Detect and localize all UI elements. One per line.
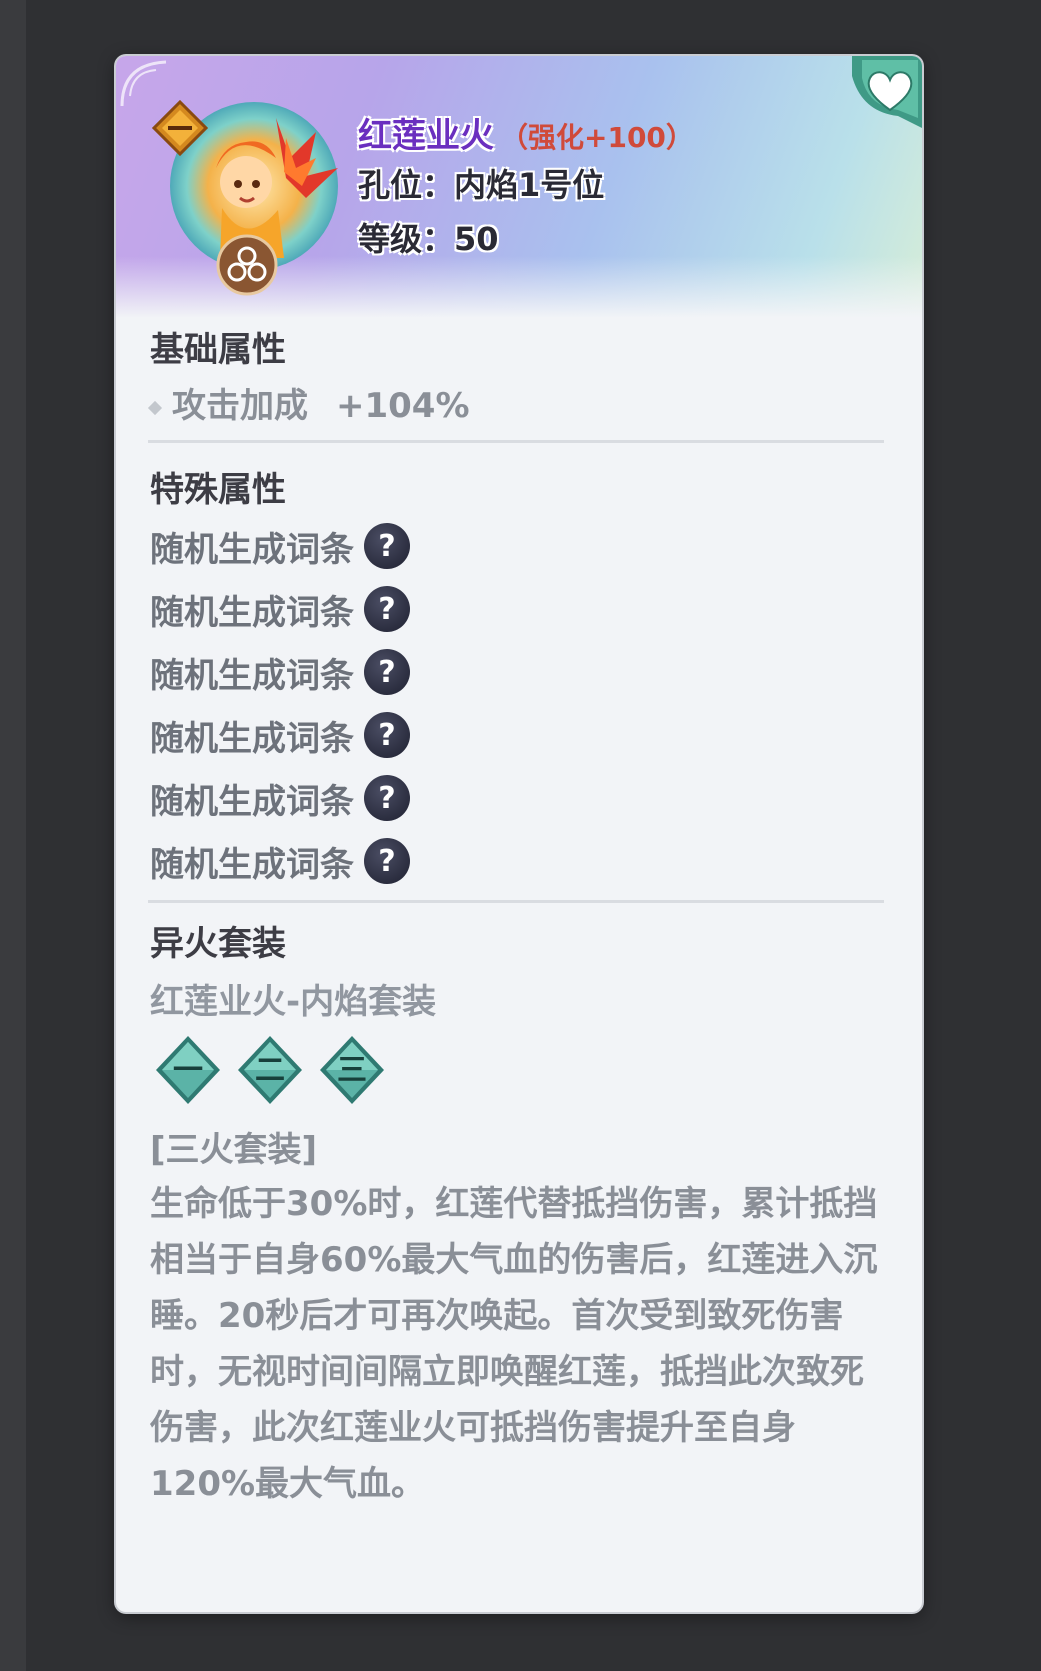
set-piece-1-icon[interactable]: 一 bbox=[154, 1034, 222, 1106]
special-attributes-section: 特殊属性 bbox=[150, 462, 286, 511]
divider bbox=[148, 440, 884, 443]
slot-info: 孔位：内焰1号位 bbox=[358, 166, 605, 204]
set-bonus-description: 生命低于30%时，红莲代替抵挡伤害，累计抵挡相当于自身60%最大气血的伤害后，红… bbox=[150, 1184, 878, 1504]
special-attributes-title: 特殊属性 bbox=[150, 470, 286, 510]
help-question-icon[interactable]: ? bbox=[364, 586, 410, 632]
enhance-level: （强化+100） bbox=[500, 121, 694, 154]
divider bbox=[148, 900, 884, 903]
random-affix-row: 随机生成词条 ? bbox=[150, 579, 410, 639]
basic-attributes-title: 基础属性 bbox=[150, 330, 286, 370]
random-affix-row: 随机生成词条 ? bbox=[150, 705, 410, 765]
level-info: 等级：50 bbox=[358, 220, 499, 258]
help-question-icon[interactable]: ? bbox=[364, 712, 410, 758]
set-piece-3-icon[interactable]: 三 bbox=[318, 1034, 386, 1106]
fire-set-title: 异火套装 bbox=[150, 924, 286, 964]
random-affix-row: 随机生成词条 ? bbox=[150, 642, 410, 702]
random-affix-label: 随机生成词条 bbox=[150, 844, 354, 885]
help-question-icon[interactable]: ? bbox=[364, 775, 410, 821]
random-affix-label: 随机生成词条 bbox=[150, 592, 354, 633]
random-affix-row: 随机生成词条 ? bbox=[150, 768, 410, 828]
random-affix-label: 随机生成词条 bbox=[150, 718, 354, 759]
stat-row: 攻击加成 +104% bbox=[147, 378, 470, 427]
fire-set-section: 异火套装 bbox=[150, 916, 286, 965]
set-piece-2-icon[interactable]: 二 bbox=[236, 1034, 304, 1106]
rank-badge-icon bbox=[152, 100, 208, 157]
bullet-icon bbox=[147, 400, 163, 415]
element-type-icon bbox=[216, 234, 278, 296]
set-name: 红莲业火-内焰套装 bbox=[150, 982, 437, 1022]
stat-value: +104% bbox=[336, 386, 470, 426]
item-title: 红莲业火 （强化+100） bbox=[358, 108, 694, 157]
item-name: 红莲业火 bbox=[358, 116, 494, 156]
set-bonus-title: [三火套装] bbox=[150, 1130, 318, 1170]
random-affix-label: 随机生成词条 bbox=[150, 529, 354, 570]
help-question-icon[interactable]: ? bbox=[364, 838, 410, 884]
favorite-button[interactable] bbox=[852, 56, 922, 128]
set-pieces: 一 二 三 bbox=[154, 1034, 386, 1106]
left-edge-shade bbox=[0, 0, 26, 1671]
random-affix-label: 随机生成词条 bbox=[150, 655, 354, 696]
gem-label: 三 bbox=[337, 1053, 367, 1088]
help-question-icon[interactable]: ? bbox=[364, 649, 410, 695]
gem-label: 一 bbox=[173, 1053, 203, 1088]
stat-name: 攻击加成 bbox=[172, 386, 308, 426]
gem-label: 二 bbox=[255, 1053, 285, 1088]
basic-attributes-section: 基础属性 bbox=[150, 322, 286, 371]
random-affix-row: 随机生成词条 ? bbox=[150, 516, 410, 576]
item-detail-card: 红莲业火 （强化+100） 孔位：内焰1号位 等级：50 基础属性 攻击加成 +10… bbox=[116, 56, 922, 1612]
help-question-icon[interactable]: ? bbox=[364, 523, 410, 569]
random-affix-row: 随机生成词条 ? bbox=[150, 831, 410, 891]
random-affix-label: 随机生成词条 bbox=[150, 781, 354, 822]
